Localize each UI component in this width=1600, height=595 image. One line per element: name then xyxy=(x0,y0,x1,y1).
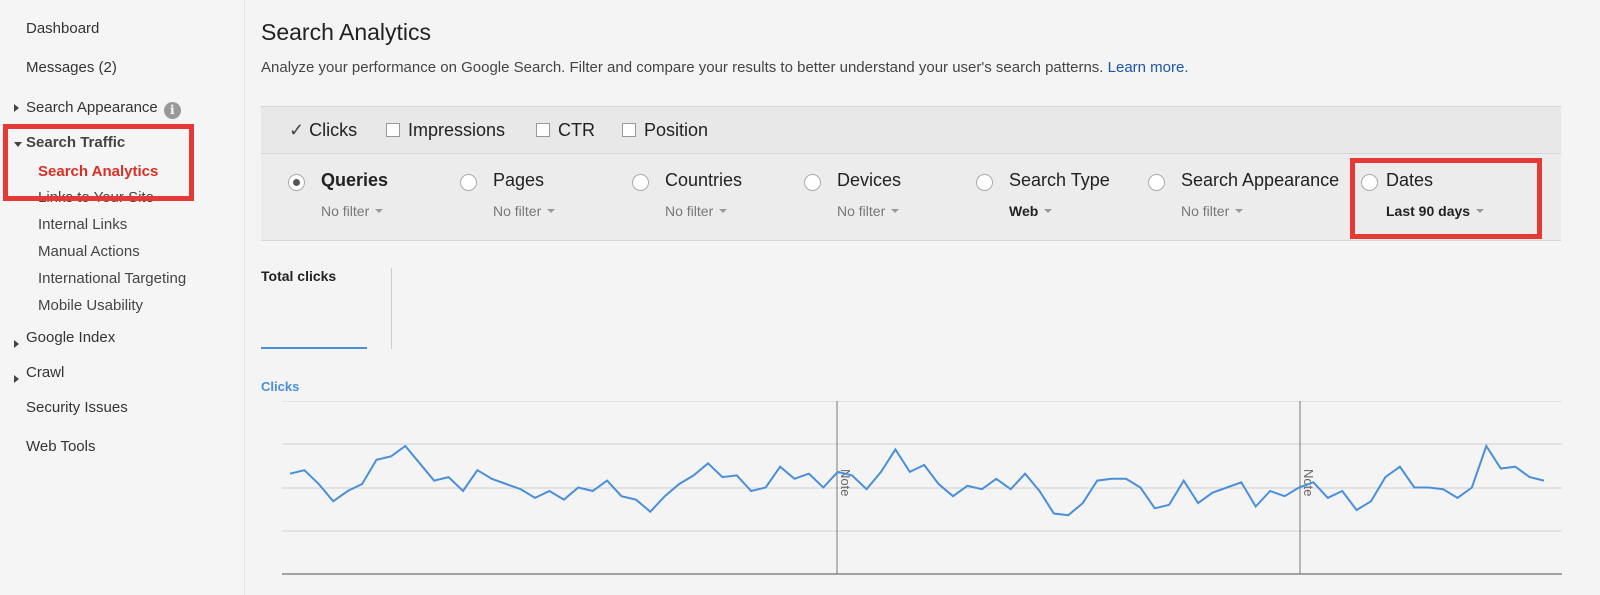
radio-button[interactable] xyxy=(1148,174,1165,191)
dim-search-appearance-filter[interactable]: No filter xyxy=(1181,203,1244,219)
dim-queries-label: Queries xyxy=(321,170,389,190)
nav-web-tools[interactable]: Web Tools xyxy=(26,438,96,455)
sidebar: Dashboard Messages (2) Search Appearance… xyxy=(0,0,245,595)
dropdown-caret-icon xyxy=(719,209,728,213)
dim-countries-filter[interactable]: No filter xyxy=(665,203,728,219)
metric-clicks-label: Clicks xyxy=(309,120,358,140)
filter-text: No filter xyxy=(665,203,714,219)
chart-lines xyxy=(289,443,1545,517)
nav-crawl[interactable]: Crawl xyxy=(26,364,64,381)
learn-more-link[interactable]: Learn more. xyxy=(1108,59,1189,76)
nav-messages[interactable]: Messages (2) xyxy=(26,59,117,76)
dropdown-caret-icon xyxy=(891,209,900,213)
page-description: Analyze your performance on Google Searc… xyxy=(261,59,1189,76)
nav-search-appearance-label: Search Appearance xyxy=(26,99,158,116)
dim-search-type-label: Search Type xyxy=(1009,170,1110,190)
nav-dashboard[interactable]: Dashboard xyxy=(26,20,99,37)
expand-arrow-icon[interactable] xyxy=(14,104,19,112)
chart-series-label: Clicks xyxy=(261,379,300,394)
expand-arrow-icon[interactable] xyxy=(14,340,19,348)
filter-text: No filter xyxy=(837,203,886,219)
checkbox[interactable] xyxy=(386,123,400,137)
dim-search-type-filter[interactable]: Web xyxy=(1009,203,1053,219)
dropdown-caret-icon xyxy=(547,209,556,213)
metric-ctr-label: CTR xyxy=(558,120,595,140)
highlight-box xyxy=(3,124,194,201)
description-text: Analyze your performance on Google Searc… xyxy=(261,59,1104,76)
filter-text: No filter xyxy=(321,203,370,219)
nav-mobile-usability[interactable]: Mobile Usability xyxy=(38,297,143,314)
filter-text: No filter xyxy=(493,203,542,219)
filter-text: Web xyxy=(1009,203,1039,219)
check-icon: ✓ xyxy=(289,120,305,140)
metric-impressions-label: Impressions xyxy=(408,120,506,140)
chart-grid xyxy=(282,401,1562,575)
dim-devices-filter[interactable]: No filter xyxy=(837,203,900,219)
dim-search-appearance-label: Search Appearance xyxy=(1181,170,1340,190)
highlight-box xyxy=(1350,158,1542,239)
total-clicks-label: Total clicks xyxy=(261,268,337,284)
nav-security-issues[interactable]: Security Issues xyxy=(26,399,128,416)
nav-internal-links[interactable]: Internal Links xyxy=(38,216,127,233)
radio-button[interactable] xyxy=(804,174,821,191)
radio-button[interactable] xyxy=(288,174,305,191)
metric-clicks[interactable]: ✓ Clicks xyxy=(289,120,357,141)
dim-devices-label: Devices xyxy=(837,170,902,190)
dropdown-caret-icon xyxy=(1235,209,1244,213)
dim-queries-filter[interactable]: No filter xyxy=(321,203,384,219)
dim-pages-filter[interactable]: No filter xyxy=(493,203,556,219)
series-line xyxy=(289,443,1545,517)
total-clicks-underline xyxy=(261,347,367,349)
expand-arrow-icon[interactable] xyxy=(14,375,19,383)
metrics-bar: ✓ Clicks Impressions CTR Position xyxy=(261,106,1561,154)
dim-pages-label: Pages xyxy=(493,170,545,190)
dropdown-caret-icon xyxy=(375,209,384,213)
clicks-line-chart: Note Note xyxy=(282,401,1562,575)
radio-button[interactable] xyxy=(976,174,993,191)
dim-countries-label: Countries xyxy=(665,170,743,190)
metric-position[interactable]: Position xyxy=(622,120,708,141)
info-icon[interactable]: i xyxy=(163,102,181,119)
radio-button[interactable] xyxy=(460,174,477,191)
divider xyxy=(391,268,392,349)
filter-text: No filter xyxy=(1181,203,1230,219)
checkbox[interactable] xyxy=(622,123,636,137)
checkbox[interactable] xyxy=(536,123,550,137)
metric-ctr[interactable]: CTR xyxy=(536,120,595,141)
metric-position-label: Position xyxy=(644,120,709,140)
metric-impressions[interactable]: Impressions xyxy=(386,120,505,141)
radio-button[interactable] xyxy=(632,174,649,191)
dropdown-caret-icon xyxy=(1044,209,1053,213)
nav-international-targeting[interactable]: International Targeting xyxy=(38,270,186,287)
page-title: Search Analytics xyxy=(261,19,432,45)
nav-google-index[interactable]: Google Index xyxy=(26,329,115,346)
nav-search-appearance[interactable]: Search Appearance i xyxy=(26,99,181,119)
nav-manual-actions[interactable]: Manual Actions xyxy=(38,243,140,260)
